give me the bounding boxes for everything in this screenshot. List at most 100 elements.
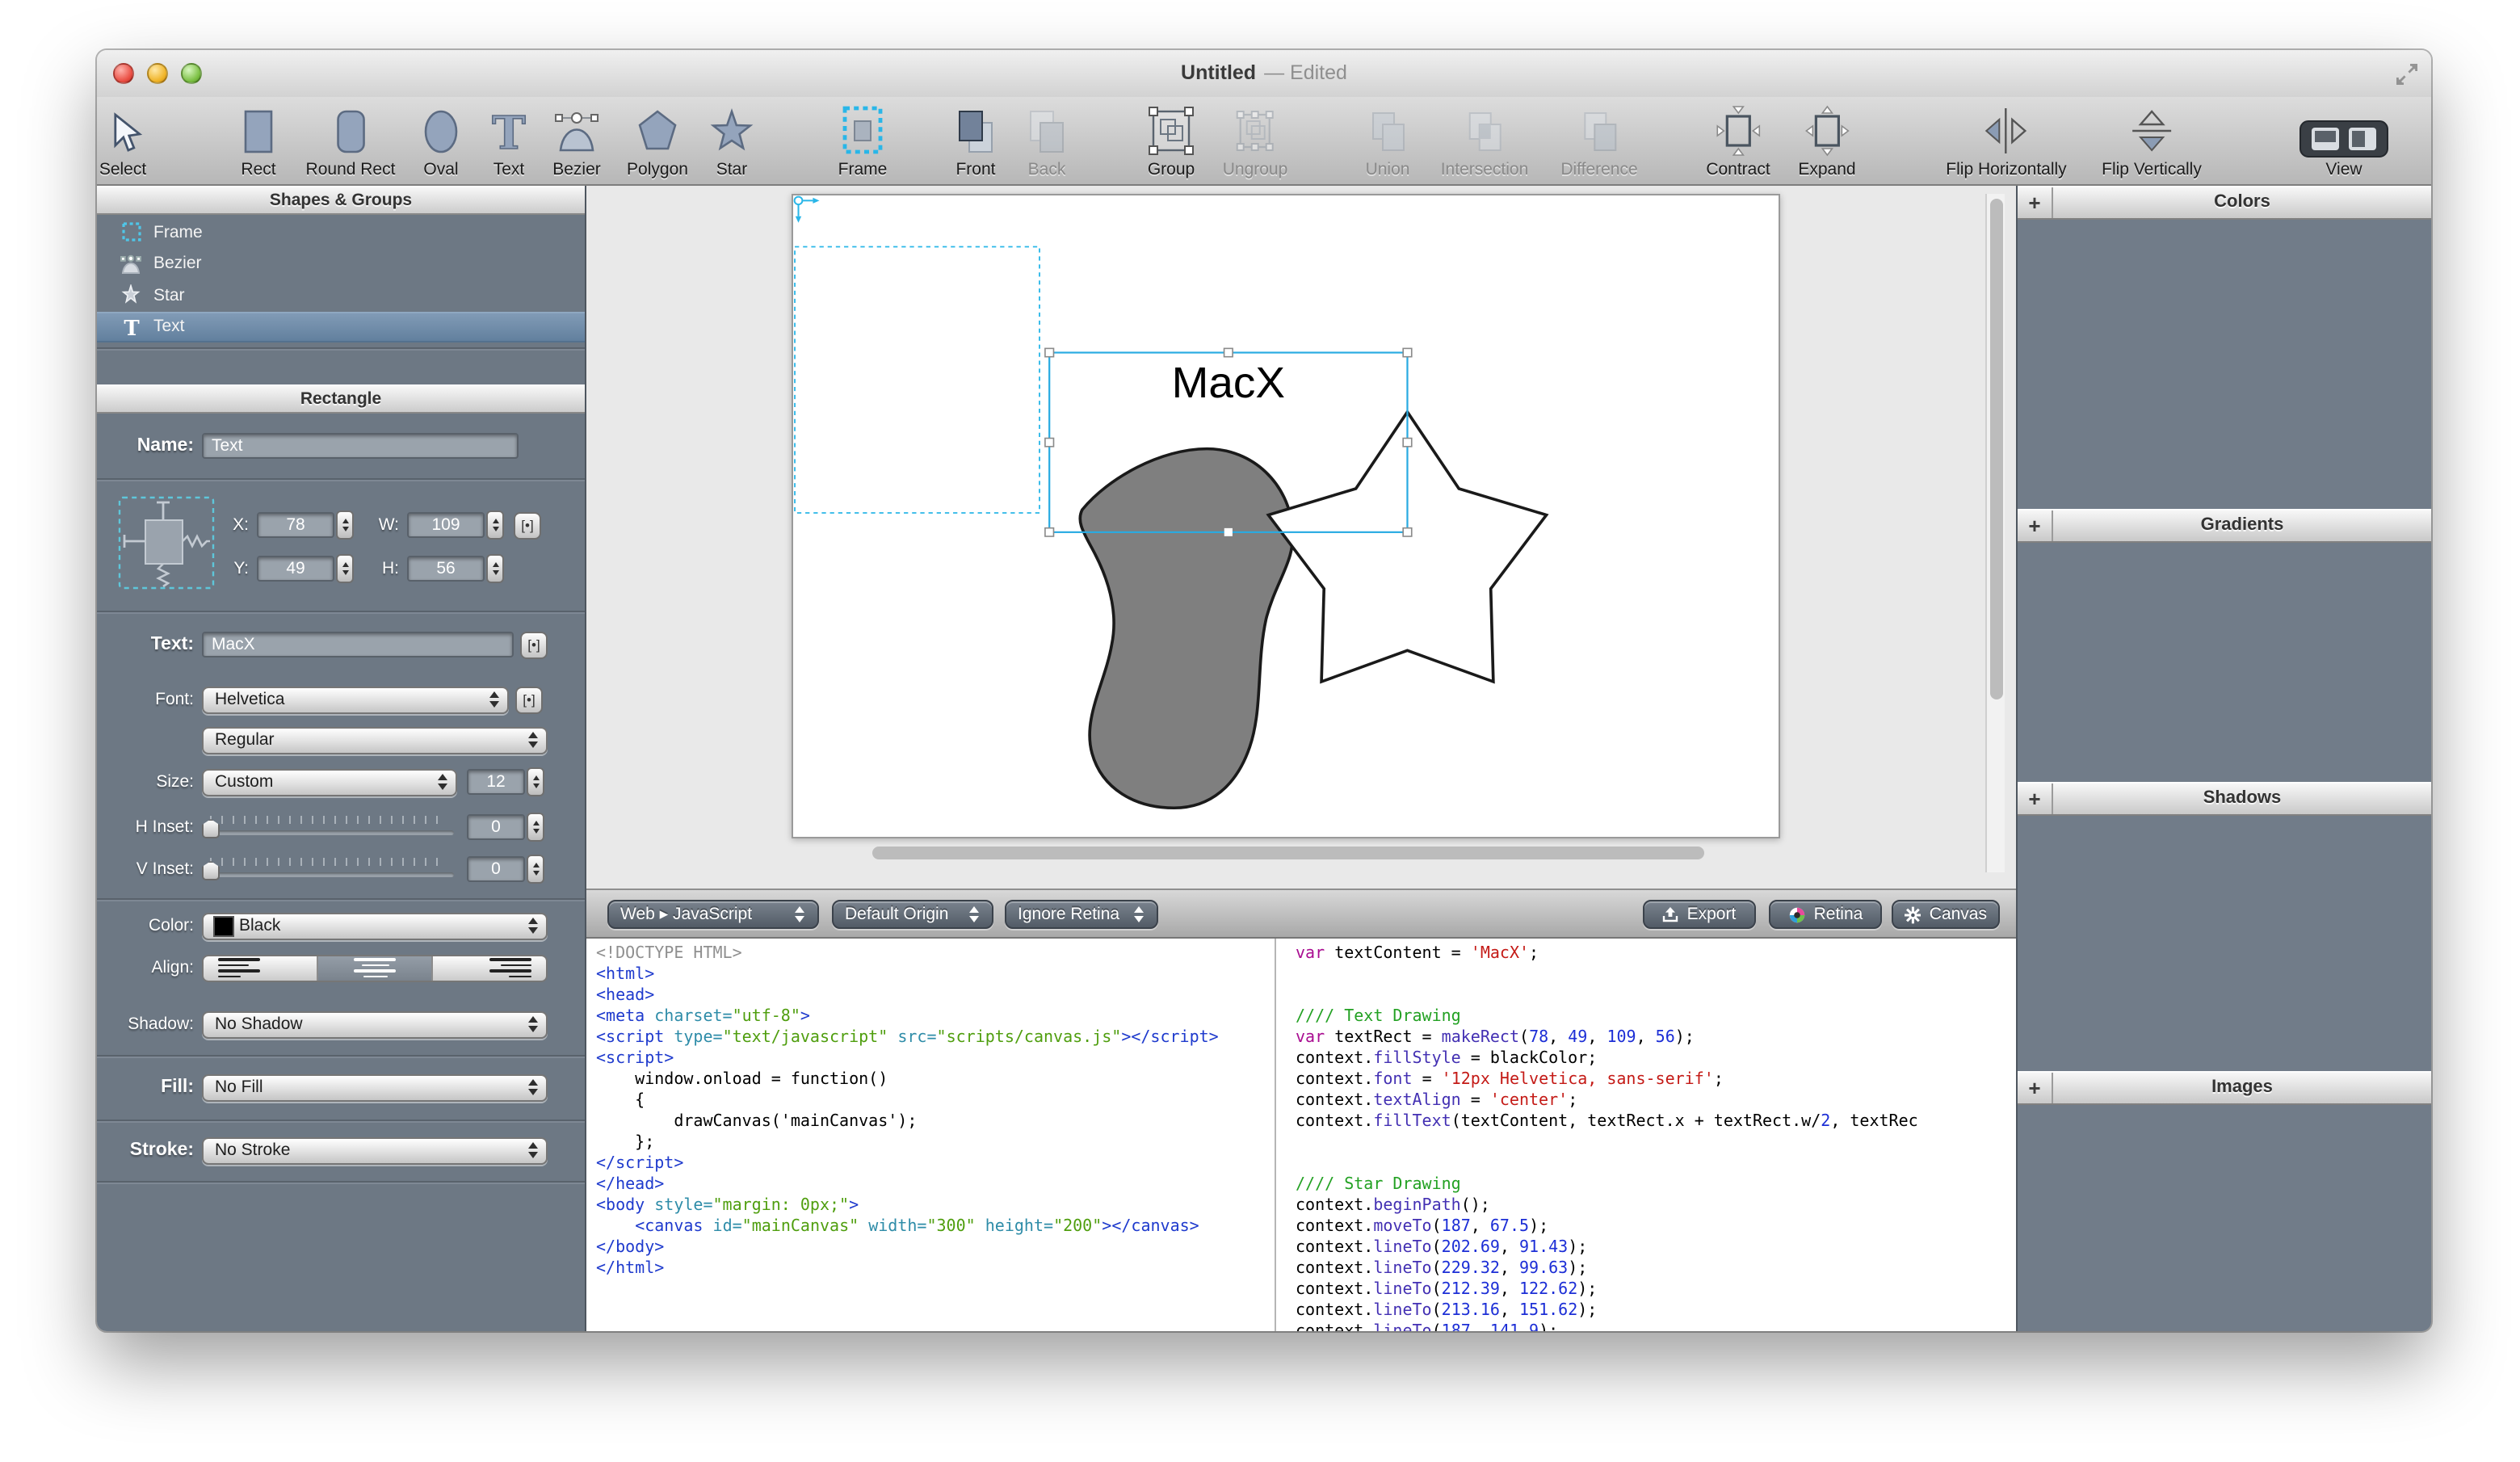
add-images-button[interactable]: + [2018,1073,2053,1103]
canvas-area[interactable]: MacX [586,186,2115,939]
toolbar-item-contract[interactable]: Contract [1706,102,1770,179]
language-dropdown[interactable]: Web ▸ JavaScript [607,900,819,929]
scrollbar-thumb[interactable] [1989,199,2002,699]
h-field[interactable]: 56 [407,556,485,582]
selection-handle[interactable] [1224,348,1233,356]
toolbar-item-expand[interactable]: Expand [1798,102,1855,179]
toolbar-item-difference[interactable]: Difference [1560,102,1637,179]
shape-list-item-bezier[interactable]: Bezier [97,248,585,279]
toolbar-item-view[interactable]: View [2299,102,2389,179]
titlebar[interactable]: Untitled— Edited [97,50,2431,99]
toolbar-item-round-rect[interactable]: Round Rect [306,102,396,179]
shadow-dropdown[interactable]: No Shadow [202,1010,548,1038]
expand-icon [1798,102,1855,158]
export-button[interactable]: Export [1643,900,1756,929]
canvas-button[interactable]: Canvas [1892,900,2000,929]
size-field[interactable]: 12 [467,769,525,795]
toolbar-item-bezier[interactable]: Bezier [549,102,604,179]
shape-list-item-frame[interactable]: Frame [97,216,585,248]
selection-handle[interactable] [1403,348,1412,356]
y-field[interactable]: 49 [257,556,334,582]
shape-list-item-text[interactable]: TText [97,311,585,342]
text-content-field[interactable]: MacX [202,632,514,657]
y-stepper[interactable] [336,554,354,583]
js-code-pane[interactable]: var textContent = 'MacX'; //// Text Draw… [1276,939,2094,1331]
fill-dropdown[interactable]: No Fill [202,1073,548,1101]
code-line: <script> [596,1048,1275,1069]
size-mode-dropdown[interactable]: Custom [202,768,457,796]
toolbar-item-star[interactable]: Star [704,102,759,179]
x-stepper[interactable] [336,510,354,540]
code-line: <canvas id="mainCanvas" width="300" heig… [596,1216,1275,1237]
shapes-groups-header: Shapes & Groups [97,186,585,215]
frame-shape[interactable] [795,247,1040,514]
h-inset-stepper[interactable] [527,813,544,842]
panel-images[interactable] [2018,1105,2431,1331]
toolbar-item-rect[interactable]: Rect [231,102,286,179]
name-field[interactable]: Text [202,433,519,459]
panel-gradients[interactable] [2018,543,2431,782]
align-center-button[interactable] [318,956,433,980]
h-stepper[interactable] [486,554,504,583]
resize-target-button[interactable]: [•] [514,511,541,539]
add-shadows-button[interactable]: + [2018,784,2053,814]
v-inset-field[interactable]: 0 [467,856,525,882]
toolbar-item-frame[interactable]: Frame [835,102,890,179]
selection-handle[interactable] [1045,348,1054,356]
font-target-button[interactable]: [•] [515,686,543,713]
shape-list-item-star[interactable]: Star [97,279,585,311]
text-shape[interactable]: MacX [1172,359,1285,407]
add-gradients-button[interactable]: + [2018,510,2053,541]
panel-colors[interactable] [2018,220,2431,509]
w-field[interactable]: 109 [407,512,485,538]
v-inset-slider[interactable] [202,856,454,882]
h-inset-field[interactable]: 0 [467,814,525,840]
add-colors-button[interactable]: + [2018,187,2053,218]
selection-handle[interactable] [1403,528,1412,536]
toolbar-item-flip-horizontally[interactable]: Flip Horizontally [1946,102,2066,179]
canvas-horizontal-scrollbar[interactable] [872,847,1704,859]
size-stepper[interactable] [527,767,544,796]
fullscreen-icon[interactable] [2396,63,2418,86]
v-inset-stepper[interactable] [527,855,544,884]
divider [97,611,585,612]
font-style-dropdown[interactable]: Regular [202,726,548,754]
shape-list-item-label: Text [153,317,185,337]
retina-dropdown[interactable]: Ignore Retina [1005,900,1158,929]
color-dropdown[interactable]: Black [202,912,548,939]
toolbar-item-select[interactable]: Select [99,102,146,179]
panel-shadows[interactable] [2018,816,2431,1071]
retina-button[interactable]: Retina [1769,900,1882,929]
align-left-button[interactable] [204,956,318,980]
selection-handle[interactable] [1045,439,1054,447]
toolbar-item-union[interactable]: Union [1360,102,1415,179]
toolbar-item-back[interactable]: Back [1019,102,1074,179]
origin-dropdown[interactable]: Default Origin [832,900,993,929]
toolbar-item-text[interactable]: TText [485,102,533,179]
toolbar-item-flip-vertically[interactable]: Flip Vertically [2102,102,2202,179]
toolbar-item-oval[interactable]: Oval [414,102,468,179]
selection-handle[interactable] [1045,528,1054,536]
drawing-canvas[interactable]: MacX [793,195,1779,837]
w-stepper[interactable] [486,510,504,540]
text-row: Text: MacX [•] [97,630,585,659]
selection-center-handle[interactable] [1224,528,1232,536]
text-expand-button[interactable]: [•] [520,631,548,658]
toolbar-item-intersection[interactable]: Intersection [1441,102,1529,179]
artboard[interactable]: MacX [792,194,1780,838]
font-dropdown[interactable]: Helvetica [202,686,509,713]
toolbar-item-polygon[interactable]: Polygon [627,102,688,179]
stroke-dropdown[interactable]: No Stroke [202,1136,548,1164]
toolbar-item-ungroup[interactable]: Ungroup [1223,102,1288,179]
align-right-button[interactable] [433,956,546,980]
html-code-pane[interactable]: <!DOCTYPE HTML><html><head><meta charset… [586,939,1276,1331]
h-inset-slider[interactable] [202,814,454,840]
bezier-shape[interactable] [1080,449,1292,809]
code-line: <meta charset="utf-8"> [596,1006,1275,1027]
toolbar-item-front[interactable]: Front [948,102,1003,179]
x-field[interactable]: 78 [257,512,334,538]
toolbar-item-group[interactable]: Group [1144,102,1199,179]
toolbar-item-label: Oval [414,160,468,179]
selection-handle[interactable] [1403,439,1412,447]
canvas-vertical-scrollbar[interactable] [1985,194,2005,872]
